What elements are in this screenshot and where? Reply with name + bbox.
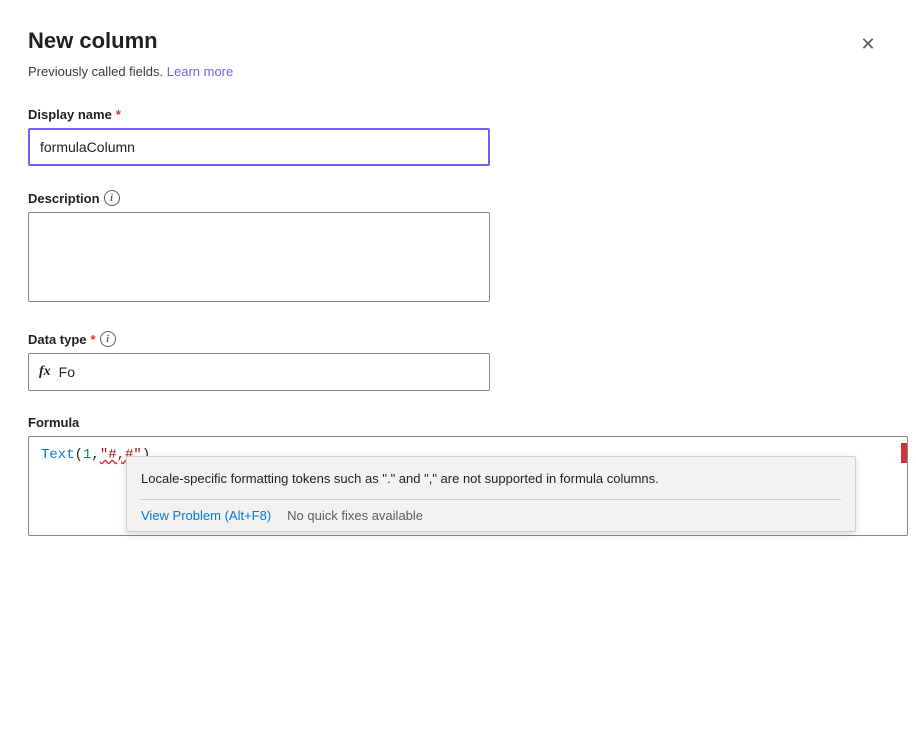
formula-func: Text [41,447,75,463]
tooltip-actions: View Problem (Alt+F8) No quick fixes ava… [141,499,841,531]
display-name-section: Display name * [28,107,884,166]
subtitle: Previously called fields. Learn more [28,64,884,79]
dialog-title: New column [28,28,158,54]
new-column-dialog: New column ✕ Previously called fields. L… [0,0,916,752]
close-icon: ✕ [860,34,875,55]
close-button[interactable]: ✕ [852,28,884,60]
display-name-label: Display name * [28,107,884,122]
view-problem-button[interactable]: View Problem (Alt+F8) [141,508,271,523]
data-type-section: Data type * i fx Fo [28,331,884,391]
learn-more-link[interactable]: Learn more [167,64,233,79]
formula-section: Formula Locale-specific formatting token… [28,415,884,536]
data-type-value: Fo [59,364,75,380]
display-name-input[interactable] [28,128,490,166]
data-type-dropdown[interactable]: fx Fo [28,353,490,391]
formula-label: Formula [28,415,79,430]
data-type-required-star: * [91,332,96,347]
description-info-icon[interactable]: i [104,190,120,206]
error-marker [901,443,907,463]
description-label: Description i [28,190,884,206]
formula-editor-wrapper: Locale-specific formatting tokens such a… [28,436,884,536]
data-type-label: Data type * i [28,331,884,347]
dialog-header: New column ✕ [28,28,884,60]
tooltip-popup: Locale-specific formatting tokens such a… [126,456,856,532]
no-fixes-text: No quick fixes available [287,508,423,523]
formula-label-row: Formula [28,415,884,430]
tooltip-message: Locale-specific formatting tokens such a… [141,469,841,489]
data-type-info-icon[interactable]: i [100,331,116,347]
required-star: * [116,107,121,122]
description-textarea[interactable] [28,212,490,302]
description-section: Description i [28,190,884,307]
fx-icon: fx [39,364,51,380]
